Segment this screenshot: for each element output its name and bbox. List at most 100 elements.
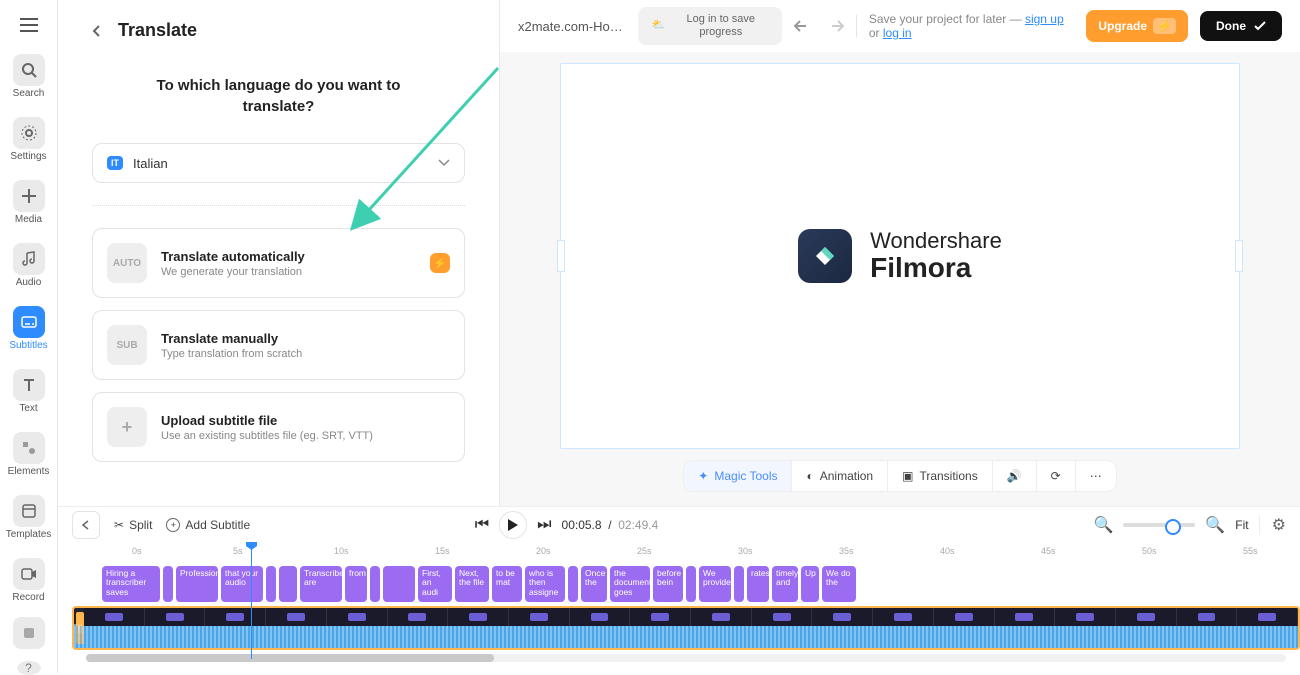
language-select[interactable]: IT Italian — [92, 143, 465, 183]
preview-canvas[interactable]: Wondershare Filmora — [560, 63, 1240, 449]
sidebar-item-settings[interactable]: Settings — [0, 111, 57, 168]
zoom-in-button[interactable]: 🔍 — [1205, 515, 1225, 535]
ruler-tick: 20s — [536, 546, 551, 556]
sidebar-label: Search — [13, 88, 45, 99]
play-button[interactable] — [499, 511, 527, 539]
transitions-button[interactable]: ▣Transitions — [888, 461, 993, 491]
sidebar-label: Templates — [6, 529, 52, 540]
collapse-button[interactable] — [72, 511, 100, 539]
signup-link[interactable]: sign up — [1025, 12, 1064, 26]
speaker-icon: 🔊 — [1007, 469, 1022, 483]
subtitles-icon — [13, 306, 45, 338]
subtitle-clip[interactable]: from — [345, 566, 367, 602]
magic-tools-button[interactable]: ✦Magic Tools — [684, 461, 792, 491]
panel-question: To which language do you want to transla… — [130, 75, 427, 117]
panel-title: Translate — [118, 20, 197, 41]
subtitle-clip[interactable] — [279, 566, 297, 602]
upgrade-button[interactable]: Upgrade⚡ — [1086, 10, 1188, 42]
login-link[interactable]: log in — [883, 26, 912, 40]
fit-button[interactable]: Fit — [1235, 518, 1248, 532]
video-track[interactable]: || — [72, 606, 1300, 650]
volume-button[interactable]: 🔊 — [993, 461, 1037, 491]
option-title: Translate automatically — [161, 249, 416, 264]
sidebar-item-templates[interactable]: Templates — [0, 489, 57, 546]
more-button[interactable]: ⋯ — [1076, 461, 1116, 491]
time-display: 00:05.8 / 02:49.4 — [562, 518, 659, 532]
sparkle-icon: ✦ — [698, 469, 708, 483]
subtitle-clip[interactable]: rates — [747, 566, 769, 602]
subtitle-clip[interactable]: Once the — [581, 566, 607, 602]
subtitle-clip[interactable]: Transcribers are — [300, 566, 342, 602]
subtitle-clip[interactable] — [568, 566, 578, 602]
timeline-settings-button[interactable]: ⚙ — [1259, 515, 1286, 535]
subtitle-clip[interactable]: that your audio — [221, 566, 263, 602]
translate-manual-option[interactable]: SUB Translate manually Type translation … — [92, 310, 465, 380]
subtitle-track[interactable]: Hiring a transcriber savesProfessionalth… — [72, 566, 1300, 602]
subtitle-clip[interactable] — [370, 566, 380, 602]
sidebar-item-media[interactable]: Media — [0, 174, 57, 231]
subtitle-clip[interactable]: We provide — [699, 566, 731, 602]
elements-icon — [13, 432, 45, 464]
skip-forward-button[interactable]: ⏭ — [537, 516, 551, 534]
menu-icon[interactable] — [20, 8, 38, 42]
sidebar-item-more[interactable] — [0, 611, 57, 655]
subtitle-clip[interactable]: Up — [801, 566, 819, 602]
ruler-tick: 40s — [940, 546, 955, 556]
more-icon — [13, 617, 45, 649]
subtitle-clip[interactable]: to be mat — [492, 566, 522, 602]
subtitle-clip[interactable] — [734, 566, 744, 602]
translate-panel: Translate To which language do you want … — [58, 0, 500, 506]
bolt-icon: ⚡ — [430, 253, 450, 273]
sidebar-item-elements[interactable]: Elements — [0, 426, 57, 483]
subtitle-clip[interactable]: Next, the file — [455, 566, 489, 602]
time-ruler: 0s5s10s15s20s25s30s35s40s45s50s55s1m — [72, 546, 1300, 560]
filmora-logo-icon — [798, 229, 852, 283]
subtitle-clip[interactable]: We do the — [822, 566, 856, 602]
more-icon: ⋯ — [1090, 469, 1102, 483]
sidebar-item-subtitles[interactable]: Subtitles — [0, 300, 57, 357]
horizontal-scrollbar[interactable] — [86, 654, 1286, 662]
subtitle-clip[interactable] — [686, 566, 696, 602]
back-button[interactable] — [90, 24, 104, 38]
record-icon — [13, 558, 45, 590]
subtitle-clip[interactable] — [163, 566, 173, 602]
subtitle-clip[interactable]: Professional — [176, 566, 218, 602]
subtitle-clip[interactable] — [266, 566, 276, 602]
ruler-tick: 0s — [132, 546, 142, 556]
scissors-icon: ✂ — [114, 518, 124, 532]
playhead[interactable] — [251, 542, 252, 659]
subtitle-clip[interactable]: First, an audi — [418, 566, 452, 602]
option-subtitle: We generate your translation — [161, 266, 416, 278]
animation-button[interactable]: ◐Animation — [792, 461, 888, 491]
split-button[interactable]: ✂Split — [114, 518, 152, 532]
sidebar-item-text[interactable]: Text — [0, 363, 57, 420]
subtitle-clip[interactable]: before bein — [653, 566, 683, 602]
preview-area: x2mate.com-How to... ⛅ Log in to save pr… — [500, 0, 1300, 506]
speed-button[interactable]: ⟳ — [1037, 461, 1076, 491]
redo-button[interactable] — [826, 19, 844, 33]
project-name: x2mate.com-How to... — [518, 19, 626, 34]
zoom-out-button[interactable]: 🔍 — [1093, 515, 1113, 535]
skip-back-button[interactable]: ⏮ — [475, 516, 489, 534]
subtitle-clip[interactable] — [383, 566, 415, 602]
sidebar-label: Text — [19, 403, 37, 414]
subtitle-clip[interactable]: Hiring a transcriber saves — [102, 566, 160, 602]
cloud-off-icon: ⛅ — [652, 19, 666, 32]
ruler-tick: 15s — [435, 546, 450, 556]
sidebar-item-search[interactable]: Search — [0, 48, 57, 105]
undo-button[interactable] — [794, 19, 812, 33]
timeline[interactable]: 0s5s10s15s20s25s30s35s40s45s50s55s1m Hir… — [58, 542, 1300, 673]
login-chip[interactable]: ⛅ Log in to save progress — [638, 7, 782, 45]
upload-subtitle-option[interactable]: + Upload subtitle file Use an existing s… — [92, 392, 465, 462]
subtitle-clip[interactable]: the document goes — [610, 566, 650, 602]
translate-auto-option[interactable]: AUTO Translate automatically We generate… — [92, 228, 465, 298]
sidebar-label: Audio — [16, 277, 42, 288]
sidebar-item-audio[interactable]: Audio — [0, 237, 57, 294]
zoom-slider[interactable] — [1123, 523, 1195, 527]
add-subtitle-button[interactable]: +Add Subtitle — [166, 518, 250, 532]
sub-thumb: SUB — [107, 325, 147, 365]
subtitle-clip[interactable]: who is then assigne — [525, 566, 565, 602]
sidebar-item-record[interactable]: Record — [0, 552, 57, 609]
subtitle-clip[interactable]: timely and — [772, 566, 798, 602]
done-button[interactable]: Done — [1200, 11, 1282, 41]
